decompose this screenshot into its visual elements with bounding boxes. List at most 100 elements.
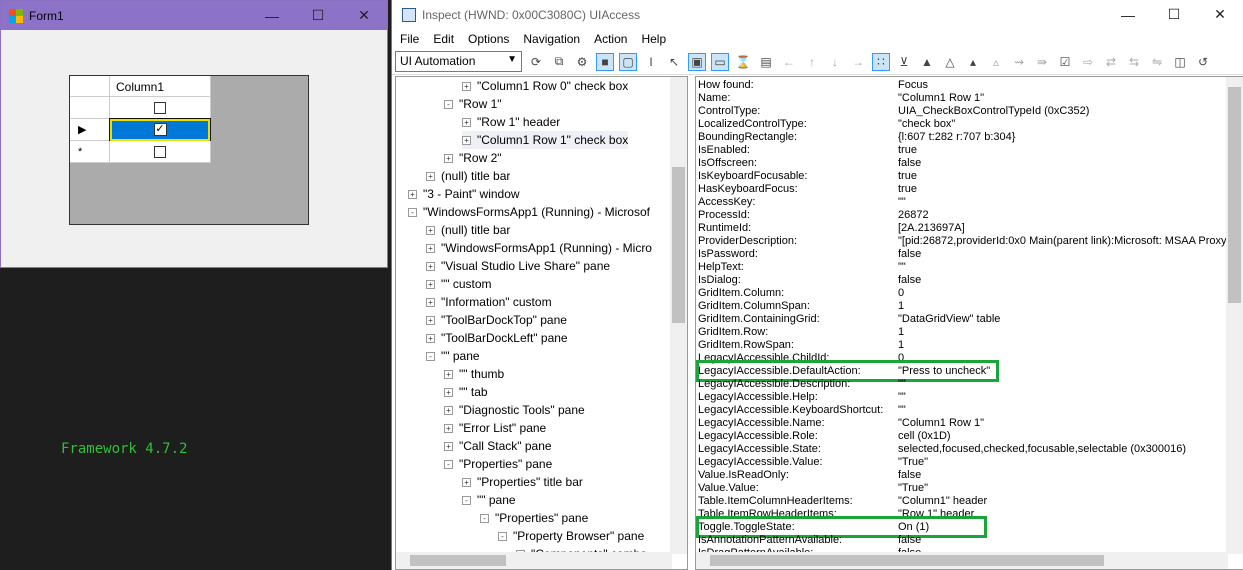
menu-file[interactable]: File bbox=[400, 32, 419, 46]
collapse-icon[interactable]: - bbox=[498, 531, 507, 541]
expand-icon[interactable]: + bbox=[444, 153, 453, 163]
checkbox[interactable] bbox=[154, 101, 166, 114]
props-hscroll-thumb[interactable] bbox=[710, 555, 1104, 566]
properties-panel[interactable]: How found: Focus Name: "Column1 Row 1" Contr… bbox=[695, 76, 1243, 570]
props-horizontal-scrollbar[interactable] bbox=[696, 552, 1228, 569]
hover-icon[interactable]: ■ bbox=[596, 52, 614, 71]
tree-node[interactable]: + "ToolBarDockLeft" pane bbox=[426, 329, 568, 347]
expand-icon[interactable]: + bbox=[426, 297, 435, 307]
expand-icon[interactable]: + bbox=[462, 81, 471, 91]
mode-select[interactable]: UI Automation ▼ bbox=[395, 51, 522, 72]
tree-hscroll-thumb[interactable] bbox=[410, 555, 506, 566]
forward-arrow-icon[interactable]: → bbox=[849, 53, 867, 71]
expand-icon[interactable]: + bbox=[444, 369, 453, 379]
action-icon-4[interactable]: ⇨ bbox=[1079, 53, 1097, 71]
expand-icon[interactable]: + bbox=[426, 171, 435, 181]
expand-icon[interactable]: + bbox=[426, 225, 435, 235]
navigate-parent-icon[interactable]: ⊻ bbox=[895, 53, 913, 71]
rectangle-icon[interactable]: ▭ bbox=[711, 52, 729, 71]
row-header[interactable]: * bbox=[70, 141, 110, 163]
action-icon-9[interactable]: ↺ bbox=[1194, 53, 1212, 71]
tree-node[interactable]: + "Visual Studio Live Share" pane bbox=[426, 257, 610, 275]
action-icon-7[interactable]: ⇋ bbox=[1148, 53, 1166, 71]
expand-icon[interactable]: + bbox=[444, 405, 453, 415]
tree-node[interactable]: + "" thumb bbox=[444, 365, 504, 383]
expand-icon[interactable]: + bbox=[462, 477, 471, 487]
tree-node[interactable]: + (null) title bar bbox=[426, 221, 510, 239]
menu-navigation[interactable]: Navigation bbox=[523, 32, 580, 46]
hourglass-icon[interactable]: ⌛ bbox=[734, 53, 752, 71]
highlight-icon[interactable]: ▣ bbox=[688, 52, 706, 71]
refresh-icon[interactable]: ⟳ bbox=[527, 53, 545, 71]
tree-node[interactable]: + "Diagnostic Tools" pane bbox=[444, 401, 585, 419]
tree-vertical-scrollbar[interactable] bbox=[670, 77, 687, 554]
expand-icon[interactable]: + bbox=[426, 261, 435, 271]
props-scroll-thumb[interactable] bbox=[1228, 87, 1241, 303]
maximize-button[interactable]: ☐ bbox=[1151, 0, 1197, 29]
form1-titlebar[interactable]: Form1 — ☐ ✕ bbox=[1, 1, 387, 30]
minimize-button[interactable]: — bbox=[1105, 0, 1151, 29]
navigate-first-child-icon[interactable]: ▲ bbox=[918, 53, 936, 71]
tree-node[interactable]: + "3 - Paint" window bbox=[408, 185, 520, 203]
tree-node[interactable]: + "Row 1" header bbox=[462, 113, 560, 131]
checkbox-cell[interactable] bbox=[110, 141, 211, 163]
menu-edit[interactable]: Edit bbox=[433, 32, 454, 46]
pointer-icon[interactable]: ↖ bbox=[665, 53, 683, 71]
tree-node[interactable]: + "Error List" pane bbox=[444, 419, 546, 437]
tree-horizontal-scrollbar[interactable] bbox=[396, 552, 672, 569]
tree-node[interactable]: - "WindowsFormsApp1 (Running) - Microsof bbox=[408, 203, 650, 221]
collapse-icon[interactable]: - bbox=[480, 513, 489, 523]
tree-node[interactable]: + "ToolBarDockTop" pane bbox=[426, 311, 567, 329]
expand-icon[interactable]: + bbox=[462, 117, 471, 127]
grid-row[interactable] bbox=[70, 97, 211, 119]
row-header[interactable] bbox=[70, 97, 110, 119]
navigate-prev-icon[interactable]: ▴ bbox=[964, 53, 982, 71]
menu-action[interactable]: Action bbox=[594, 32, 627, 46]
collapse-icon[interactable]: - bbox=[462, 495, 471, 505]
expand-icon[interactable]: + bbox=[408, 189, 417, 199]
tree-node[interactable]: + "Information" custom bbox=[426, 293, 552, 311]
navigate-next-icon[interactable]: △ bbox=[941, 53, 959, 71]
tree-node[interactable]: + (null) title bar bbox=[426, 167, 510, 185]
action-icon-2[interactable]: ⇛ bbox=[1033, 53, 1051, 71]
menu-options[interactable]: Options bbox=[468, 32, 509, 46]
collapse-icon[interactable]: - bbox=[444, 459, 453, 469]
tree-node[interactable]: + "Properties" title bar bbox=[462, 473, 583, 491]
column1-header[interactable]: Column1 bbox=[110, 76, 211, 97]
collapse-icon[interactable]: - bbox=[408, 207, 417, 217]
tree-node[interactable]: + "WindowsFormsApp1 (Running) - Micro bbox=[426, 239, 652, 257]
action-icon-6[interactable]: ⇆ bbox=[1125, 53, 1143, 71]
text-cursor-icon[interactable]: I bbox=[642, 53, 660, 71]
grid-row[interactable]: ▶ ✓ bbox=[70, 117, 211, 142]
action-icon-8[interactable]: ◫ bbox=[1171, 53, 1189, 71]
close-button[interactable]: ✕ bbox=[341, 1, 387, 30]
expand-icon[interactable]: + bbox=[426, 315, 435, 325]
action-icon-5[interactable]: ⇄ bbox=[1102, 53, 1120, 71]
inspect-titlebar[interactable]: Inspect (HWND: 0x00C3080C) UIAccess — ☐ … bbox=[392, 0, 1243, 29]
data-grid-view[interactable]: Column1 ▶ ✓ * bbox=[69, 75, 309, 225]
action-icon-1[interactable]: ⇝ bbox=[1010, 53, 1028, 71]
checkbox-cell[interactable] bbox=[110, 97, 211, 119]
tree-node[interactable]: - "Properties" pane bbox=[444, 455, 552, 473]
tree-node[interactable]: + "Call Stack" pane bbox=[444, 437, 552, 455]
tree-node[interactable]: + "Column1 Row 1" check box bbox=[462, 131, 629, 149]
tree-view-icon[interactable]: ∷ bbox=[872, 52, 890, 71]
expand-icon[interactable]: + bbox=[426, 279, 435, 289]
element-tree[interactable]: + "Column1 Row 0" check box - "Row 1" + "Row … bbox=[395, 76, 688, 570]
tree-node[interactable]: - "Row 1" bbox=[444, 95, 502, 113]
collapse-icon[interactable]: - bbox=[444, 99, 453, 109]
maximize-button[interactable]: ☐ bbox=[295, 1, 341, 30]
expand-icon[interactable]: + bbox=[462, 135, 471, 145]
tree-node[interactable]: - "" pane bbox=[426, 347, 480, 365]
tree-node[interactable]: + "" tab bbox=[444, 383, 488, 401]
tree-node[interactable]: + "" custom bbox=[426, 275, 492, 293]
expand-icon[interactable]: + bbox=[426, 243, 435, 253]
navigate-last-icon[interactable]: ▵ bbox=[987, 53, 1005, 71]
down-arrow-icon[interactable]: ↓ bbox=[826, 53, 844, 71]
copy-icon[interactable]: ⧉ bbox=[550, 53, 568, 71]
checkbox[interactable] bbox=[154, 145, 166, 158]
tree-node[interactable]: - "" pane bbox=[462, 491, 516, 509]
tree-node[interactable]: - "Property Browser" pane bbox=[498, 527, 644, 545]
expand-icon[interactable]: + bbox=[444, 423, 453, 433]
close-button[interactable]: ✕ bbox=[1197, 0, 1243, 29]
